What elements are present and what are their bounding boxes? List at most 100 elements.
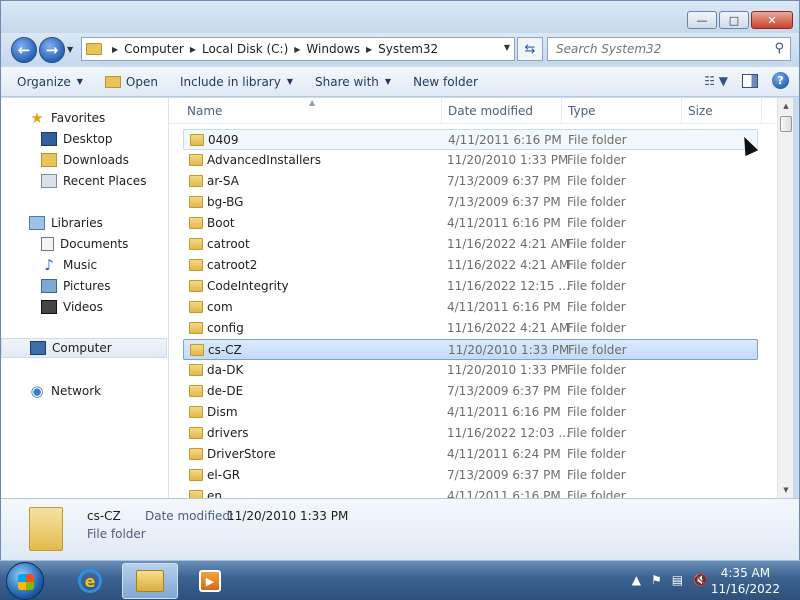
folder-large-icon bbox=[29, 507, 63, 551]
nav-label: Music bbox=[63, 258, 98, 272]
crumb-local-disk[interactable]: Local Disk (C:) bbox=[202, 42, 288, 56]
nav-videos[interactable]: Videos bbox=[1, 297, 167, 317]
table-row[interactable]: DriverStore 4/11/2011 6:24 PM File folder bbox=[183, 444, 758, 465]
chevron-right-icon[interactable]: ▶ bbox=[190, 45, 196, 54]
table-row[interactable]: Dism 4/11/2011 6:16 PM File folder bbox=[183, 402, 758, 423]
forward-button[interactable]: → bbox=[39, 37, 65, 63]
address-bar[interactable]: ▶ Computer ▶ Local Disk (C:) ▶ Windows ▶… bbox=[81, 37, 515, 61]
preview-pane-icon[interactable] bbox=[742, 73, 758, 88]
column-divider[interactable] bbox=[561, 98, 562, 124]
vertical-scrollbar[interactable]: ▲ ▼ bbox=[777, 98, 793, 498]
chevron-right-icon[interactable]: ▶ bbox=[366, 45, 372, 54]
address-dropdown-icon[interactable]: ▼ bbox=[504, 43, 510, 52]
share-with-button[interactable]: Share with ▼ bbox=[315, 75, 391, 89]
table-row[interactable]: cs-CZ 11/20/2010 1:33 PM File folder bbox=[183, 339, 758, 360]
file-date-modified: 11/16/2022 12:15 ... bbox=[447, 279, 570, 293]
file-name: config bbox=[207, 321, 244, 335]
folder-icon bbox=[189, 469, 203, 481]
column-size[interactable]: Size bbox=[688, 104, 713, 118]
help-icon[interactable]: ? bbox=[772, 72, 789, 89]
chevron-right-icon[interactable]: ▶ bbox=[112, 45, 118, 54]
organize-button[interactable]: Organize ▼ bbox=[17, 75, 83, 89]
refresh-icon: ⇆ bbox=[524, 41, 536, 57]
show-hidden-icons-icon[interactable]: ▲ bbox=[632, 573, 641, 587]
chevron-right-icon[interactable]: ▶ bbox=[294, 45, 300, 54]
new-folder-button[interactable]: New folder bbox=[413, 75, 478, 89]
column-name[interactable]: Name bbox=[187, 104, 222, 118]
crumb-windows[interactable]: Windows bbox=[306, 42, 360, 56]
title-bar[interactable]: — □ ✕ bbox=[1, 1, 799, 33]
crumb-computer[interactable]: Computer bbox=[124, 42, 184, 56]
network-status-icon[interactable]: ▤ bbox=[672, 573, 683, 587]
network-icon: ◉ bbox=[30, 382, 44, 400]
table-row[interactable]: CodeIntegrity 11/16/2022 12:15 ... File fo… bbox=[183, 276, 758, 297]
navigation-pane: ★ Favorites Desktop Downloads Recent Plac… bbox=[1, 98, 169, 498]
table-row[interactable]: bg-BG 7/13/2009 6:37 PM File folder bbox=[183, 192, 758, 213]
minimize-button[interactable]: — bbox=[687, 11, 717, 29]
file-date-modified: 7/13/2009 6:37 PM bbox=[447, 468, 561, 482]
scroll-down-icon[interactable]: ▼ bbox=[778, 482, 794, 498]
open-button[interactable]: Open bbox=[104, 75, 158, 89]
taskbar-media-player[interactable]: ▶ bbox=[182, 563, 238, 599]
folder-icon bbox=[189, 175, 203, 187]
arrow-left-icon: ← bbox=[17, 41, 31, 59]
nav-recent-places[interactable]: Recent Places bbox=[1, 171, 167, 191]
column-divider[interactable] bbox=[761, 98, 762, 124]
folder-icon bbox=[189, 217, 203, 229]
chevron-down-icon: ▼ bbox=[384, 77, 392, 86]
folder-icon bbox=[190, 134, 204, 146]
views-icon[interactable]: ☷ ▼ bbox=[704, 74, 728, 88]
file-name: ar-SA bbox=[207, 174, 239, 188]
table-row[interactable]: catroot2 11/16/2022 4:21 AM File folder bbox=[183, 255, 758, 276]
table-row[interactable]: Boot 4/11/2011 6:16 PM File folder bbox=[183, 213, 758, 234]
table-row[interactable]: AdvancedInstallers 11/20/2010 1:33 PM File… bbox=[183, 150, 758, 171]
scroll-up-icon[interactable]: ▲ bbox=[778, 98, 794, 114]
scroll-thumb[interactable] bbox=[780, 116, 792, 132]
maximize-button[interactable]: □ bbox=[719, 11, 749, 29]
taskbar-windows-explorer[interactable] bbox=[122, 563, 178, 599]
table-row[interactable]: com 4/11/2011 6:16 PM File folder bbox=[183, 297, 758, 318]
folder-icon bbox=[189, 490, 203, 498]
start-button[interactable] bbox=[6, 562, 44, 600]
search-input[interactable] bbox=[556, 42, 766, 56]
nav-pictures[interactable]: Pictures bbox=[1, 276, 167, 296]
close-button[interactable]: ✕ bbox=[751, 11, 793, 29]
table-row[interactable]: config 11/16/2022 4:21 AM File folder bbox=[183, 318, 758, 339]
table-row[interactable]: 0409 4/11/2011 6:16 PM File folder bbox=[183, 129, 758, 150]
back-button[interactable]: ← bbox=[11, 37, 37, 63]
organize-label: Organize bbox=[17, 74, 71, 89]
crumb-system32[interactable]: System32 bbox=[378, 42, 438, 56]
action-center-flag-icon[interactable]: ⚑ bbox=[651, 573, 662, 587]
folder-icon bbox=[189, 238, 203, 250]
table-row[interactable]: de-DE 7/13/2009 6:37 PM File folder bbox=[183, 381, 758, 402]
nav-music[interactable]: ♪ Music bbox=[1, 255, 167, 275]
table-row[interactable]: drivers 11/16/2022 12:03 ... File folder bbox=[183, 423, 758, 444]
column-divider[interactable] bbox=[441, 98, 442, 124]
nav-libraries[interactable]: Libraries bbox=[1, 213, 167, 233]
taskbar-internet-explorer[interactable]: e bbox=[62, 563, 118, 599]
search-icon[interactable]: ⚲ bbox=[774, 41, 784, 56]
file-type: File folder bbox=[567, 216, 626, 230]
table-row[interactable]: en 4/11/2011 6:16 PM File folder bbox=[183, 486, 758, 498]
column-divider[interactable] bbox=[681, 98, 682, 124]
nav-documents[interactable]: Documents bbox=[1, 234, 167, 254]
nav-downloads[interactable]: Downloads bbox=[1, 150, 167, 170]
nav-network[interactable]: ◉ Network bbox=[1, 381, 167, 401]
table-row[interactable]: el-GR 7/13/2009 6:37 PM File folder bbox=[183, 465, 758, 486]
clock[interactable]: 4:35 AM 11/16/2022 bbox=[711, 565, 780, 597]
refresh-button[interactable]: ⇆ bbox=[517, 37, 543, 61]
nav-favorites[interactable]: ★ Favorites bbox=[1, 108, 167, 128]
volume-muted-icon[interactable]: 🔇 bbox=[693, 573, 708, 587]
nav-computer[interactable]: Computer bbox=[1, 338, 167, 358]
file-type: File folder bbox=[567, 468, 626, 482]
recent-pages-dropdown[interactable]: ▼ bbox=[67, 45, 73, 54]
nav-desktop[interactable]: Desktop bbox=[1, 129, 167, 149]
chevron-down-icon: ▼ bbox=[286, 77, 293, 86]
column-date-modified[interactable]: Date modified bbox=[448, 104, 533, 118]
table-row[interactable]: da-DK 11/20/2010 1:33 PM File folder bbox=[183, 360, 758, 381]
column-type[interactable]: Type bbox=[568, 104, 596, 118]
include-in-library-button[interactable]: Include in library ▼ bbox=[180, 75, 293, 89]
file-date-modified: 7/13/2009 6:37 PM bbox=[447, 384, 561, 398]
table-row[interactable]: catroot 11/16/2022 4:21 AM File folder bbox=[183, 234, 758, 255]
table-row[interactable]: ar-SA 7/13/2009 6:37 PM File folder bbox=[183, 171, 758, 192]
